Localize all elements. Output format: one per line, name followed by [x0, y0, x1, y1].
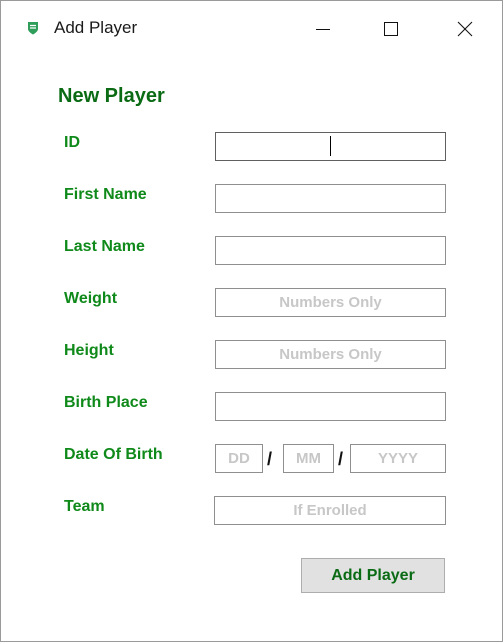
last-name-input[interactable] — [215, 236, 446, 265]
date-separator: / — [338, 449, 344, 469]
height-input[interactable] — [215, 340, 446, 369]
weight-label: Weight — [64, 290, 118, 307]
close-icon — [457, 21, 473, 37]
team-label: Team — [64, 498, 105, 515]
birth-place-label: Birth Place — [64, 394, 148, 411]
first-name-label: First Name — [64, 186, 147, 203]
title-bar[interactable]: Add Player — [1, 1, 502, 57]
dob-month-input[interactable] — [283, 444, 334, 473]
window-title: Add Player — [54, 18, 138, 37]
first-name-input[interactable] — [215, 184, 446, 213]
maximize-icon — [384, 22, 398, 36]
team-input[interactable] — [214, 496, 446, 525]
weight-input[interactable] — [215, 288, 446, 317]
dob-year-input[interactable] — [350, 444, 446, 473]
close-button[interactable] — [429, 1, 501, 57]
date-separator: / — [267, 449, 273, 469]
form-heading: New Player — [58, 85, 165, 107]
id-label: ID — [64, 134, 80, 151]
add-player-window: Add Player New Player ID First Name Last… — [0, 0, 503, 642]
birth-place-input[interactable] — [215, 392, 446, 421]
text-caret — [330, 136, 331, 156]
dob-day-input[interactable] — [215, 444, 263, 473]
shield-icon — [28, 22, 38, 35]
minimize-icon — [316, 29, 330, 30]
date-of-birth-label: Date Of Birth — [64, 446, 163, 463]
maximize-button[interactable] — [355, 1, 427, 57]
minimize-button[interactable] — [287, 1, 359, 57]
height-label: Height — [64, 342, 114, 359]
add-player-button[interactable]: Add Player — [301, 558, 445, 593]
last-name-label: Last Name — [64, 238, 145, 255]
